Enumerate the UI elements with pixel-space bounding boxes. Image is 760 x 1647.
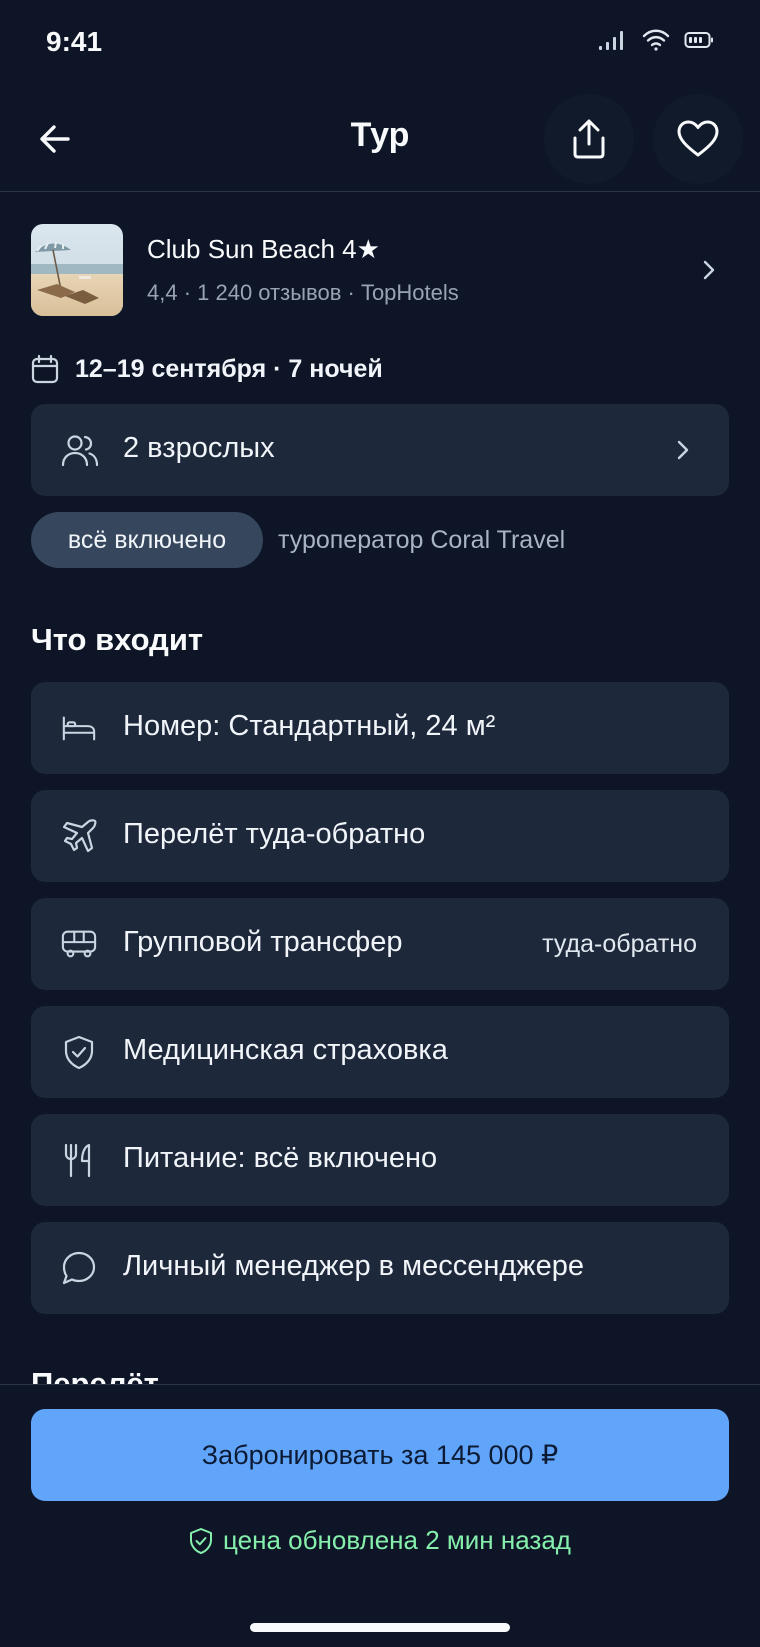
status-time: 9:41 [46,26,103,57]
booking-footer: Забронировать за 145 000 ₽ цена обновлен… [0,1384,760,1647]
users-icon [61,435,99,467]
wifi-icon [642,28,670,57]
included-item-label: Личный менеджер в мессенджере [123,1250,585,1282]
included-item-flight: Перелёт туда-обратно [31,790,729,882]
signal-icon [598,28,628,57]
page-title: Тур [350,116,410,154]
section-title-included: Что входит [31,622,204,657]
battery-icon [684,30,714,55]
section-title-flight: Перелёт [31,1366,159,1384]
hotel-rating-meta: 4,4 · 1 240 отзывов · TopHotels [147,280,459,305]
book-button[interactable]: Забронировать за 145 000 ₽ [31,1409,729,1501]
dates-text: 12–19 сентября · 7 ночей [75,354,383,383]
included-item-label: Номер: Стандартный, 24 м² [123,710,496,742]
top-app-bar: Тур [0,84,760,192]
shield-check-icon [61,1034,97,1070]
status-icons [598,28,714,57]
home-indicator[interactable] [250,1623,510,1632]
plane-icon [61,818,97,854]
bed-icon [61,710,97,746]
included-item-meals: Питание: всё включено [31,1114,729,1206]
share-button[interactable] [544,94,634,184]
back-button[interactable] [30,114,80,164]
chevron-right-icon [703,260,715,280]
arrow-left-icon [40,125,70,153]
bus-icon [61,926,97,962]
favorite-button[interactable] [653,94,743,184]
shield-check-icon [190,1527,213,1554]
tour-dates: 12–19 сентября · 7 ночей [31,352,383,386]
included-item-label: Перелёт туда-обратно [123,818,426,850]
included-item-label: Питание: всё включено [123,1142,438,1174]
utensils-icon [61,1142,97,1178]
calendar-icon [31,354,59,384]
hotel-photo [31,224,123,316]
guests-text: 2 взрослых [123,432,275,464]
chevron-right-icon [677,440,689,460]
heart-icon [677,120,719,157]
board-type-chip[interactable]: всё включено [31,512,263,568]
chat-bubble-icon [61,1250,97,1286]
price-updated-note: цена обновлена 2 мин назад [0,1525,760,1556]
tour-operator: туроператор Coral Travel [278,526,566,554]
included-item-transfer: Групповой трансфер туда-обратно [31,898,729,990]
included-item-room: Номер: Стандартный, 24 м² [31,682,729,774]
guests-selector[interactable]: 2 взрослых [31,404,729,496]
included-item-label: Групповой трансфер [123,926,403,958]
included-item-label: Медицинская страховка [123,1034,448,1066]
hotel-summary[interactable]: Club Sun Beach 4★ 4,4 · 1 240 отзывов · … [31,224,731,316]
hotel-name: Club Sun Beach 4★ [147,234,380,264]
included-item-note: туда-обратно [542,930,697,958]
share-icon [573,119,605,159]
included-item-insurance: Медицинская страховка [31,1006,729,1098]
included-item-manager: Личный менеджер в мессенджере [31,1222,729,1314]
status-bar: 9:41 [0,0,760,84]
price-updated-text: цена обновлена 2 мин назад [223,1525,571,1555]
